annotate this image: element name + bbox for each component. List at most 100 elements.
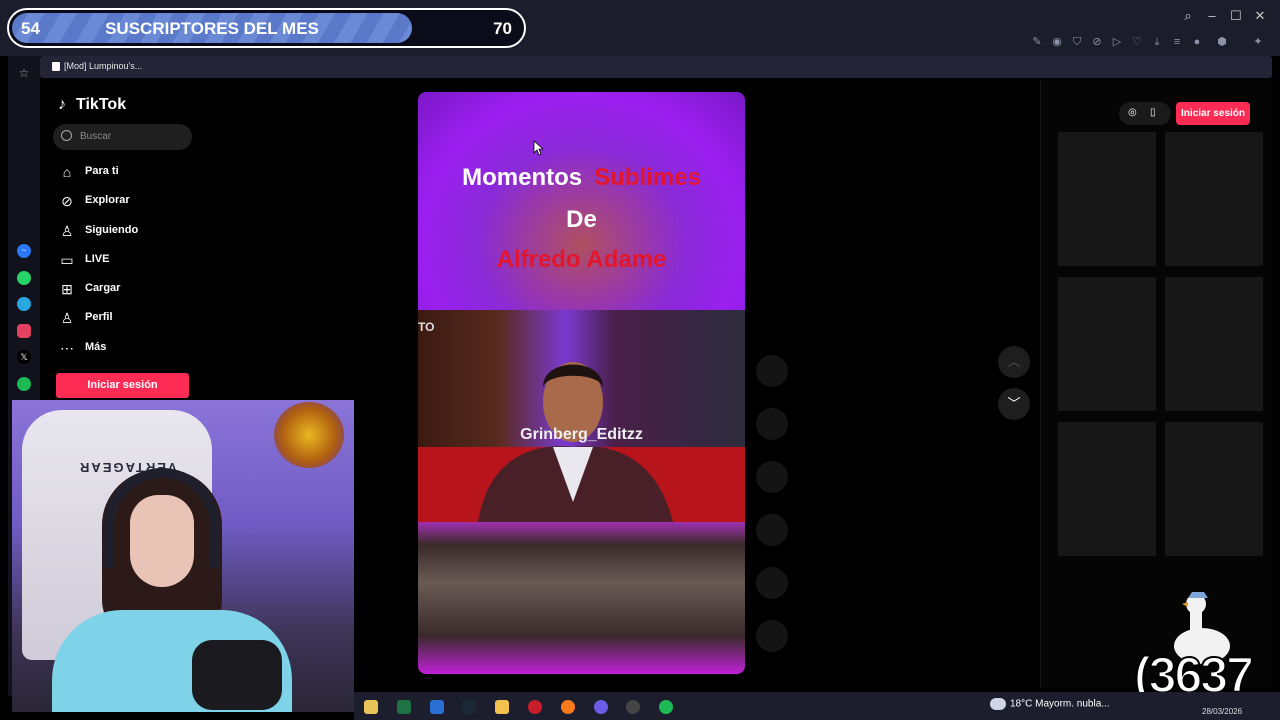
folder-icon[interactable] <box>495 700 509 714</box>
app-icons-group: ◎ ▯ <box>1119 102 1171 125</box>
nav-item-cargar[interactable]: ⊞ Cargar <box>58 278 198 300</box>
search-icon <box>61 130 72 141</box>
coin-icon[interactable]: ◎ <box>1128 107 1137 118</box>
video-partial-text: TO <box>418 320 435 334</box>
taskbar <box>354 692 1280 720</box>
live-icon: ▭ <box>60 252 74 268</box>
play-icon[interactable]: ▷ <box>1111 36 1123 48</box>
discord-icon[interactable] <box>594 700 608 714</box>
mail-icon[interactable] <box>430 700 444 714</box>
thumbnail-placeholder[interactable] <box>1058 422 1156 556</box>
telegram-icon[interactable] <box>17 297 31 311</box>
opera-gx-icon[interactable] <box>528 700 542 714</box>
following-icon: ♙ <box>60 223 74 239</box>
spotify-icon[interactable] <box>17 377 31 391</box>
ai-icon[interactable]: ✦ <box>1250 36 1266 48</box>
caption-line-2: De <box>566 206 597 233</box>
search-placeholder: Buscar <box>80 131 112 142</box>
caption-word-1: Momentos <box>462 164 583 191</box>
login-button[interactable]: Iniciar sesión <box>56 373 189 398</box>
browser-tab[interactable]: [Mod] Lumpinou's... <box>40 56 1272 78</box>
video-watermark: Grinberg_Editzz <box>520 426 643 443</box>
edit-icon[interactable]: ✎ <box>1031 36 1043 48</box>
steam-icon[interactable] <box>462 700 476 714</box>
subscriber-goal-bar: 54 SUSCRIPTORES DEL MES 70 <box>7 8 526 48</box>
caption-line-3: Alfredo Adame <box>496 246 667 273</box>
menu-icon[interactable]: ≡ <box>1171 36 1183 48</box>
adblock-icon[interactable]: ⊘ <box>1091 36 1103 48</box>
spotify-icon[interactable] <box>659 700 673 714</box>
action-share[interactable] <box>756 567 788 599</box>
tiktok-logo-text: TikTok <box>76 96 127 113</box>
heart-icon[interactable]: ♡ <box>1131 36 1143 48</box>
search-input[interactable]: Buscar <box>53 124 192 150</box>
action-save[interactable] <box>756 514 788 546</box>
nav-label: Siguiendo <box>85 224 139 236</box>
action-like[interactable] <box>756 408 788 440</box>
whatsapp-icon[interactable] <box>17 271 31 285</box>
video-player[interactable]: Momentos Sublimes De Alfredo Adame TO Gri… <box>418 92 745 674</box>
nav-label: Explorar <box>85 194 130 206</box>
instagram-icon[interactable] <box>17 324 31 338</box>
phone-icon[interactable]: ▯ <box>1150 107 1156 118</box>
close-icon[interactable]: ✕ <box>1252 8 1268 24</box>
minimize-icon[interactable]: – <box>1204 8 1220 23</box>
login-button-top[interactable]: Iniciar sesión <box>1176 102 1250 125</box>
nav-label: LIVE <box>85 253 110 265</box>
thumbnail-placeholder[interactable] <box>1058 277 1156 411</box>
upload-icon: ⊞ <box>61 281 73 297</box>
firefox-icon[interactable] <box>561 700 575 714</box>
video-blurred-section <box>418 522 745 674</box>
star-icon[interactable]: ☆ <box>17 66 31 80</box>
caption-line-1: Momentos Sublimes <box>418 164 745 192</box>
compass-icon: ⊘ <box>61 193 73 209</box>
nav-item-siguiendo[interactable]: ♙ Siguiendo <box>58 220 198 242</box>
messenger-icon[interactable]: ~ <box>17 244 31 258</box>
extension-icon[interactable]: ⬢ <box>1216 36 1228 48</box>
decor-mask <box>274 402 344 468</box>
thumbnail-placeholder[interactable] <box>1058 132 1156 266</box>
xbox-icon[interactable] <box>397 700 411 714</box>
thumbnail-placeholder[interactable] <box>1165 132 1263 266</box>
thumbnail-placeholder[interactable] <box>1165 277 1263 411</box>
cursor-icon <box>533 140 543 156</box>
nav-label: Cargar <box>85 282 121 294</box>
nav-item-live[interactable]: ▭ LIVE <box>58 249 198 271</box>
download-icon[interactable]: ⤓ <box>1151 36 1163 48</box>
weather-text: 18°C Mayorm. nubla... <box>1010 698 1110 710</box>
camera-icon[interactable]: ◉ <box>1051 36 1063 48</box>
clock-date[interactable]: 28/03/2026 <box>1202 707 1242 716</box>
nav-item-mas[interactable]: ⋯ Más <box>58 337 198 359</box>
x-icon[interactable]: 𝕏 <box>17 350 31 364</box>
webcam-feed: VERTAGEAR <box>12 400 354 712</box>
action-comment[interactable] <box>756 461 788 493</box>
nav-item-explorar[interactable]: ⊘ Explorar <box>58 190 198 212</box>
obs-icon[interactable] <box>626 700 640 714</box>
nav-item-para-ti[interactable]: ⌂ Para ti <box>58 161 198 183</box>
nav-label: Para ti <box>85 165 119 177</box>
shield-icon[interactable]: ⛉ <box>1071 36 1083 48</box>
tiktok-logo[interactable]: ♪ TikTok <box>58 96 126 114</box>
weather-widget[interactable]: 18°C Mayorm. nubla... <box>990 698 1110 710</box>
more-icon: ⋯ <box>60 340 74 356</box>
chevron-up-icon[interactable]: ︿ <box>998 346 1030 378</box>
store-icon[interactable] <box>364 700 378 714</box>
subscriber-target: 70 <box>493 19 512 38</box>
profile-icon: ♙ <box>60 310 74 326</box>
search-icon[interactable]: ⌕ <box>1180 8 1196 24</box>
video-title-card <box>418 92 745 310</box>
tab-favicon-icon <box>52 62 60 71</box>
home-icon: ⌂ <box>62 164 72 180</box>
chevron-down-icon[interactable]: ﹀ <box>998 388 1030 420</box>
action-avatar[interactable] <box>756 355 788 387</box>
nav-label: Perfil <box>85 311 113 323</box>
maximize-icon[interactable]: ☐ <box>1228 8 1244 24</box>
account-icon[interactable]: ● <box>1191 36 1203 48</box>
cloud-icon <box>990 698 1006 710</box>
tab-title: [Mod] Lumpinou's... <box>64 61 143 71</box>
subscriber-goal-title: SUSCRIPTORES DEL MES <box>105 19 319 38</box>
nav-item-perfil[interactable]: ♙ Perfil <box>58 307 198 329</box>
nav-label: Más <box>85 341 107 353</box>
thumbnail-placeholder[interactable] <box>1165 422 1263 556</box>
action-music[interactable] <box>756 620 788 652</box>
